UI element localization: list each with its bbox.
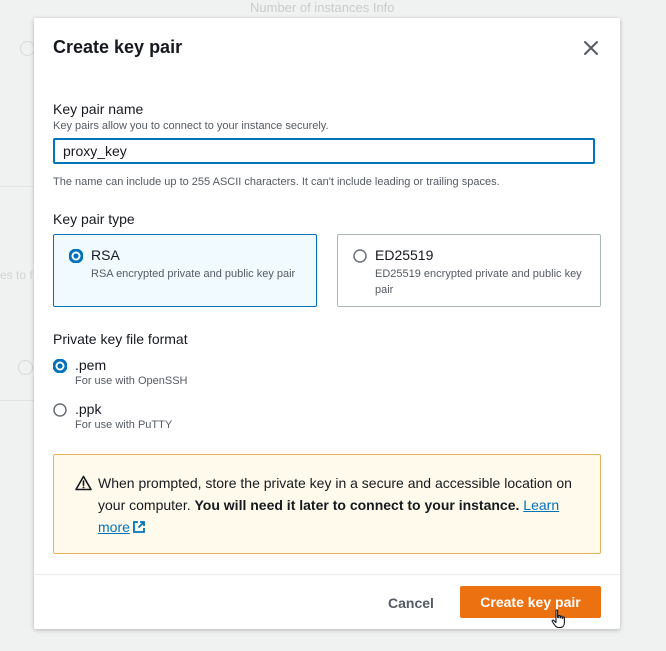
footer-divider [34, 574, 620, 575]
alert-bold-text: You will need it later to connect to you… [194, 497, 520, 513]
radio-selected-icon [53, 359, 67, 373]
background-instances-label: Number of instances Info [250, 0, 395, 15]
modal-header: Create key pair [34, 18, 620, 80]
create-key-pair-modal: Create key pair Key pair name Key pairs … [34, 18, 620, 629]
background-divider [0, 186, 36, 187]
modal-title: Create key pair [53, 37, 183, 57]
create-key-pair-button[interactable]: Create key pair [460, 586, 601, 618]
key-pair-name-label: Key pair name [53, 101, 144, 117]
format-option-description: For use with PuTTY [75, 419, 173, 431]
radio-unselected-icon [353, 249, 367, 263]
format-option-label: .pem [75, 357, 107, 373]
key-type-tile-ed25519[interactable]: ED25519 ED25519 encrypted private and pu… [337, 234, 601, 307]
private-key-format-label: Private key file format [53, 331, 188, 347]
key-type-tile-rsa[interactable]: RSA RSA encrypted private and public key… [53, 234, 317, 307]
format-option-description: For use with OpenSSH [75, 375, 188, 387]
key-type-title: RSA [91, 247, 120, 263]
key-pair-name-description: Key pairs allow you to connect to your i… [53, 120, 329, 132]
key-pair-name-hint: The name can include up to 255 ASCII cha… [53, 176, 500, 188]
key-type-title: ED25519 [375, 247, 434, 263]
background-side-text: es to f [0, 268, 33, 282]
close-icon [584, 41, 598, 55]
background-radio [20, 41, 35, 56]
warning-icon [75, 475, 92, 491]
background-divider [0, 400, 36, 401]
key-pair-name-input[interactable] [53, 138, 595, 164]
background-radio [18, 360, 33, 375]
format-option-label: .ppk [75, 401, 102, 417]
key-type-description: RSA encrypted private and public key pai… [91, 268, 296, 280]
cancel-button[interactable]: Cancel [374, 588, 448, 618]
external-link-icon [133, 521, 145, 533]
key-type-description: ED25519 encrypted private and public key… [375, 268, 582, 296]
warning-alert: When prompted, store the private key in … [53, 454, 601, 554]
alert-message: When prompted, store the private key in … [98, 472, 586, 538]
key-pair-type-label: Key pair type [53, 211, 135, 227]
close-button[interactable] [582, 39, 600, 57]
radio-unselected-icon [53, 403, 67, 417]
radio-selected-icon [69, 249, 83, 263]
